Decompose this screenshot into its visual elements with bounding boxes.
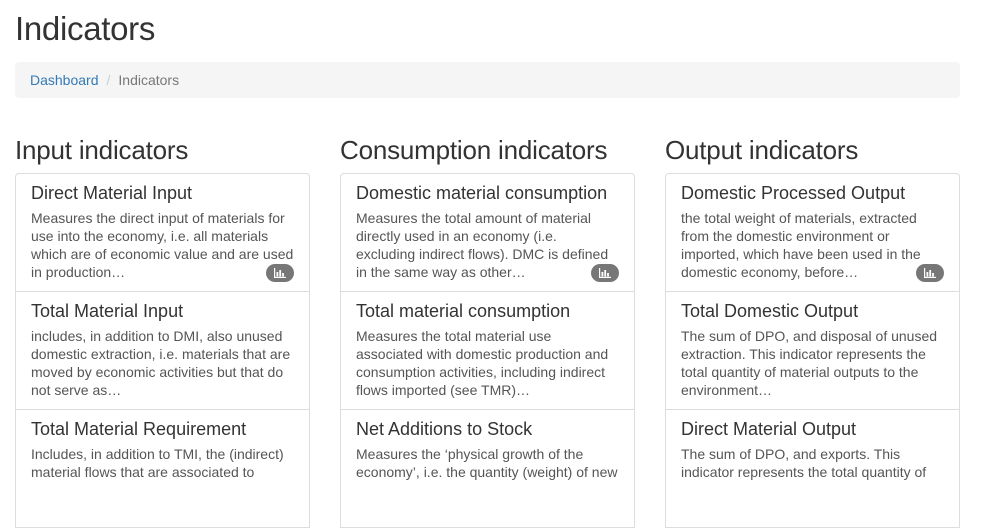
indicator-description: The sum of DPO, and disposal of unused e… <box>681 328 938 398</box>
indicator-list: Direct Material Input Measures the direc… <box>15 173 310 528</box>
indicator-description: the total weight of materials, extracted… <box>681 210 921 280</box>
indicator-title[interactable]: Net Additions to Stock <box>356 418 619 440</box>
indicator-title[interactable]: Total Material Input <box>31 300 294 322</box>
indicator-item[interactable]: Direct Material Input Measures the direc… <box>16 174 309 292</box>
indicator-title[interactable]: Total Material Requirement <box>31 418 294 440</box>
indicator-list: Domestic Processed Output the total weig… <box>665 173 960 528</box>
indicator-item[interactable]: Direct Material Output The sum of DPO, a… <box>666 410 959 528</box>
consumption-indicators-column: Consumption indicators Domestic material… <box>340 134 635 528</box>
indicator-item[interactable]: Domestic material consumption Measures t… <box>341 174 634 292</box>
column-title: Input indicators <box>15 135 189 165</box>
indicator-item[interactable]: Total Domestic Output The sum of DPO, an… <box>666 292 959 410</box>
breadcrumb: Dashboard / Indicators <box>15 62 960 98</box>
bar-chart-icon[interactable] <box>591 264 619 282</box>
indicator-description: Measures the total amount of material di… <box>356 210 609 280</box>
indicator-description: includes, in addition to DMI, also unuse… <box>31 328 291 398</box>
bar-chart-icon[interactable] <box>916 264 944 282</box>
indicator-title[interactable]: Domestic Processed Output <box>681 182 944 204</box>
indicator-title[interactable]: Domestic material consumption <box>356 182 619 204</box>
indicator-item[interactable]: Total Material Input includes, in additi… <box>16 292 309 410</box>
indicator-item[interactable]: Total material consumption Measures the … <box>341 292 634 410</box>
indicator-item[interactable]: Domestic Processed Output the total weig… <box>666 174 959 292</box>
column-title: Consumption indicators <box>340 135 608 165</box>
output-indicators-column: Output indicators Domestic Processed Out… <box>665 134 960 528</box>
indicator-title[interactable]: Direct Material Output <box>681 418 944 440</box>
indicator-title[interactable]: Direct Material Input <box>31 182 294 204</box>
indicator-description: Measures the total material use associat… <box>356 328 609 398</box>
page-title: Indicators <box>15 10 156 47</box>
bar-chart-icon[interactable] <box>266 264 294 282</box>
indicator-item[interactable]: Total Material Requirement Includes, in … <box>16 410 309 528</box>
input-indicators-column: Input indicators Direct Material Input M… <box>15 134 310 528</box>
breadcrumb-separator: / <box>106 72 111 88</box>
indicator-list: Domestic material consumption Measures t… <box>340 173 635 528</box>
breadcrumb-current: Indicators <box>118 72 180 88</box>
indicator-title[interactable]: Total Domestic Output <box>681 300 944 322</box>
indicator-item[interactable]: Net Additions to Stock Measures the ‘phy… <box>341 410 634 528</box>
indicator-description: Measures the direct input of materials f… <box>31 210 294 280</box>
column-title: Output indicators <box>665 135 859 165</box>
breadcrumb-dashboard-link[interactable]: Dashboard <box>30 72 99 88</box>
indicator-title[interactable]: Total material consumption <box>356 300 619 322</box>
